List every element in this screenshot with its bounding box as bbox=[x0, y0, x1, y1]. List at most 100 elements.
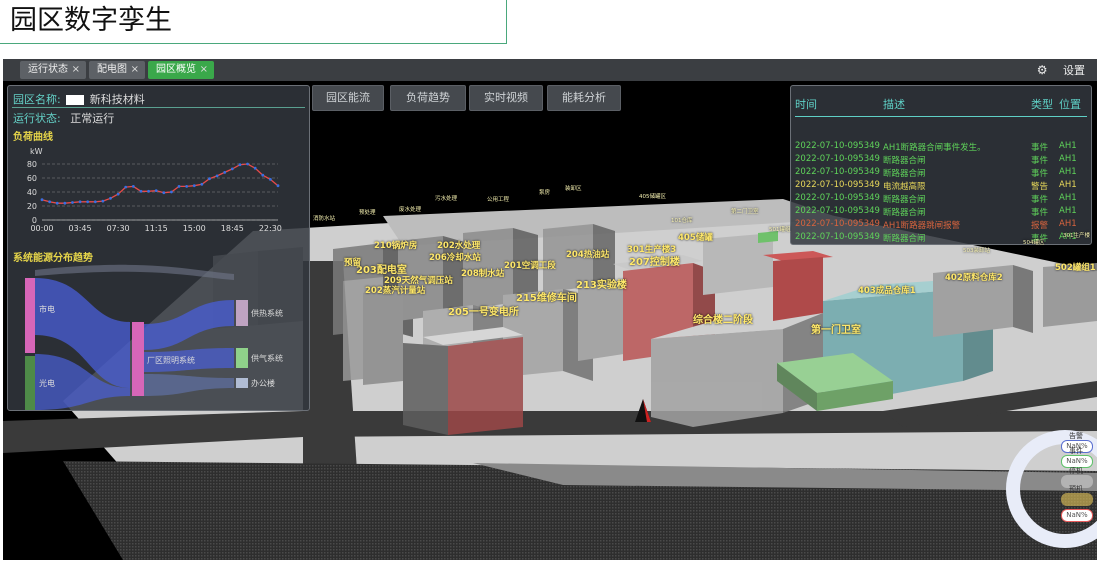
sankey-label-office: 办公楼 bbox=[251, 378, 275, 388]
energy-flow-button[interactable]: 园区能流 bbox=[312, 85, 384, 111]
sankey-label-heating: 供热系统 bbox=[251, 308, 283, 318]
close-icon[interactable]: × bbox=[72, 61, 80, 79]
data-point bbox=[268, 178, 272, 181]
building-label[interactable]: 201空调工段 bbox=[504, 259, 556, 271]
status-label: 运行状态: bbox=[13, 112, 61, 125]
data-point bbox=[86, 200, 90, 204]
data-point bbox=[230, 167, 234, 171]
building-label[interactable]: 501罐组 bbox=[769, 225, 791, 233]
building-label[interactable]: 202水处理 bbox=[437, 239, 480, 251]
sankey-flow bbox=[35, 264, 234, 280]
building-label[interactable]: 402原料仓库2 bbox=[945, 271, 1003, 283]
building-label[interactable]: 209天然气调压站 bbox=[384, 274, 453, 286]
park-name-value: 新科技材料 bbox=[89, 93, 145, 106]
x-tick-label: 03:45 bbox=[69, 224, 92, 233]
data-point bbox=[215, 174, 219, 178]
energy-sankey-chart: 市电 光电 厂区照明系统 供热系统 供气系统 办公楼 bbox=[25, 264, 283, 410]
event-header-time: 时间 bbox=[795, 98, 817, 111]
event-cell-type: 事件 bbox=[1031, 143, 1049, 153]
energy-analysis-button[interactable]: 能耗分析 bbox=[547, 85, 621, 111]
event-cell-loc: AH1 bbox=[1059, 180, 1077, 190]
building-label[interactable]: 208制水站 bbox=[461, 267, 504, 279]
event-cell-type: 报警 bbox=[1031, 221, 1049, 231]
sankey-node-heating bbox=[236, 300, 248, 326]
park-name-row: 园区名称: 新科技材料 bbox=[13, 91, 145, 107]
x-tick-label: 15:00 bbox=[183, 224, 206, 233]
data-point bbox=[200, 182, 204, 186]
building-label[interactable]: 403成品仓库1 bbox=[858, 284, 916, 296]
building-label[interactable]: 405储罐区 bbox=[639, 192, 666, 200]
building-label[interactable]: 504罐区 bbox=[1023, 238, 1045, 246]
sankey-label-gas: 供气系统 bbox=[251, 353, 283, 363]
data-point bbox=[93, 200, 97, 204]
building-label[interactable]: 废水处理 bbox=[399, 205, 421, 213]
live-video-button[interactable]: 实时视频 bbox=[469, 85, 543, 111]
building-label[interactable]: 装卸区 bbox=[565, 184, 582, 192]
event-cell-desc: AH1断路器跳闸报警 bbox=[883, 221, 961, 231]
legend-pill: NaN% bbox=[1061, 509, 1093, 522]
building-label[interactable]: 204热油站 bbox=[566, 248, 609, 260]
data-point bbox=[139, 189, 143, 193]
data-point bbox=[177, 185, 181, 188]
scene-3d[interactable]: 园区能流 负荷趋势 实时视频 能耗分析 园区名称: 新科技材料 运行状态: 正常… bbox=[3, 81, 1097, 560]
event-cell-type: 警告 bbox=[1031, 182, 1049, 192]
event-cell-time: 2022-07-10-095349 bbox=[795, 154, 880, 164]
tab-distribution[interactable]: 配电图 × bbox=[89, 61, 145, 79]
event-cell-desc: 电流越高限 bbox=[883, 182, 926, 192]
app-window: 运行状态 × 配电图 × 园区概览 × ⚙ 设置 园区能流 负荷趋势 实时视频 … bbox=[3, 59, 1097, 560]
y-tick-label: 80 bbox=[27, 160, 37, 169]
building-label[interactable]: 502罐组1 bbox=[1055, 261, 1096, 273]
building-label[interactable]: 213实验楼 bbox=[576, 276, 627, 291]
sankey-label-lighting: 厂区照明系统 bbox=[147, 355, 195, 365]
building-label[interactable]: 301生产楼 bbox=[1063, 231, 1090, 239]
load-series-line bbox=[41, 163, 279, 204]
building-label[interactable]: 205一号变电所 bbox=[448, 303, 519, 318]
building-label[interactable]: 第一门卫室 bbox=[811, 321, 861, 336]
building-label[interactable]: 207控制楼 bbox=[629, 253, 680, 268]
load-trend-button[interactable]: 负荷趋势 bbox=[390, 85, 466, 111]
event-cell-loc: AH1 bbox=[1059, 206, 1077, 216]
building-label[interactable]: 206冷却水站 bbox=[429, 251, 481, 263]
building-label[interactable]: 预处理 bbox=[359, 208, 376, 216]
y-tick-label: 40 bbox=[27, 188, 37, 197]
redacted-block bbox=[66, 95, 85, 105]
building-label[interactable]: 101仓库 bbox=[671, 216, 693, 224]
building-label[interactable]: 预留 bbox=[344, 256, 361, 268]
building-label[interactable]: 215维修车间 bbox=[516, 289, 577, 304]
building-label[interactable]: 公用工程 bbox=[487, 195, 509, 203]
close-icon[interactable]: × bbox=[131, 61, 139, 79]
building-label[interactable]: 第二门卫室 bbox=[731, 207, 759, 215]
building-label[interactable]: 301生产楼3 bbox=[627, 243, 676, 255]
y-tick-label: 20 bbox=[27, 202, 37, 211]
settings-button[interactable]: ⚙ 设置 bbox=[1037, 61, 1085, 79]
building-label[interactable]: 503装卸站 bbox=[963, 246, 990, 254]
building-label[interactable]: 405储罐 bbox=[678, 231, 713, 243]
building-label[interactable]: 泵房 bbox=[539, 188, 550, 196]
y-axis-label: kW bbox=[30, 147, 43, 156]
data-point bbox=[192, 184, 196, 188]
data-point bbox=[124, 185, 128, 189]
building-label[interactable]: 污水处理 bbox=[435, 194, 457, 202]
building-label[interactable]: 综合楼二阶段 bbox=[693, 311, 753, 326]
sankey-flow bbox=[144, 300, 234, 350]
data-point bbox=[185, 185, 189, 188]
close-icon[interactable]: × bbox=[200, 61, 208, 79]
data-point bbox=[71, 201, 74, 204]
tab-run-status[interactable]: 运行状态 × bbox=[20, 61, 86, 79]
x-tick-label: 22:30 bbox=[259, 224, 282, 233]
event-log-panel[interactable]: 时间 描述 类型 位置 2022-07-10-095349 AH1断路器合闸事件发… bbox=[790, 85, 1092, 245]
data-point bbox=[276, 184, 280, 188]
status-row: 运行状态: 正常运行 bbox=[13, 110, 114, 126]
building-label[interactable]: 210锅炉房 bbox=[374, 239, 417, 251]
data-point bbox=[101, 199, 105, 203]
event-cell-time: 2022-07-10-095349 bbox=[795, 206, 880, 216]
event-cell-time: 2022-07-10-095349 bbox=[795, 180, 880, 190]
event-cell-loc: AH1 bbox=[1059, 154, 1077, 164]
data-point bbox=[147, 189, 150, 193]
event-cell-desc: 断路器合闸 bbox=[883, 195, 926, 205]
sankey-label-grid: 市电 bbox=[39, 304, 55, 314]
building-label[interactable]: 消防水站 bbox=[313, 214, 335, 222]
event-cell-type: 事件 bbox=[1031, 208, 1049, 218]
tab-park-overview[interactable]: 园区概览 × bbox=[148, 61, 214, 79]
status-value: 正常运行 bbox=[70, 112, 115, 125]
